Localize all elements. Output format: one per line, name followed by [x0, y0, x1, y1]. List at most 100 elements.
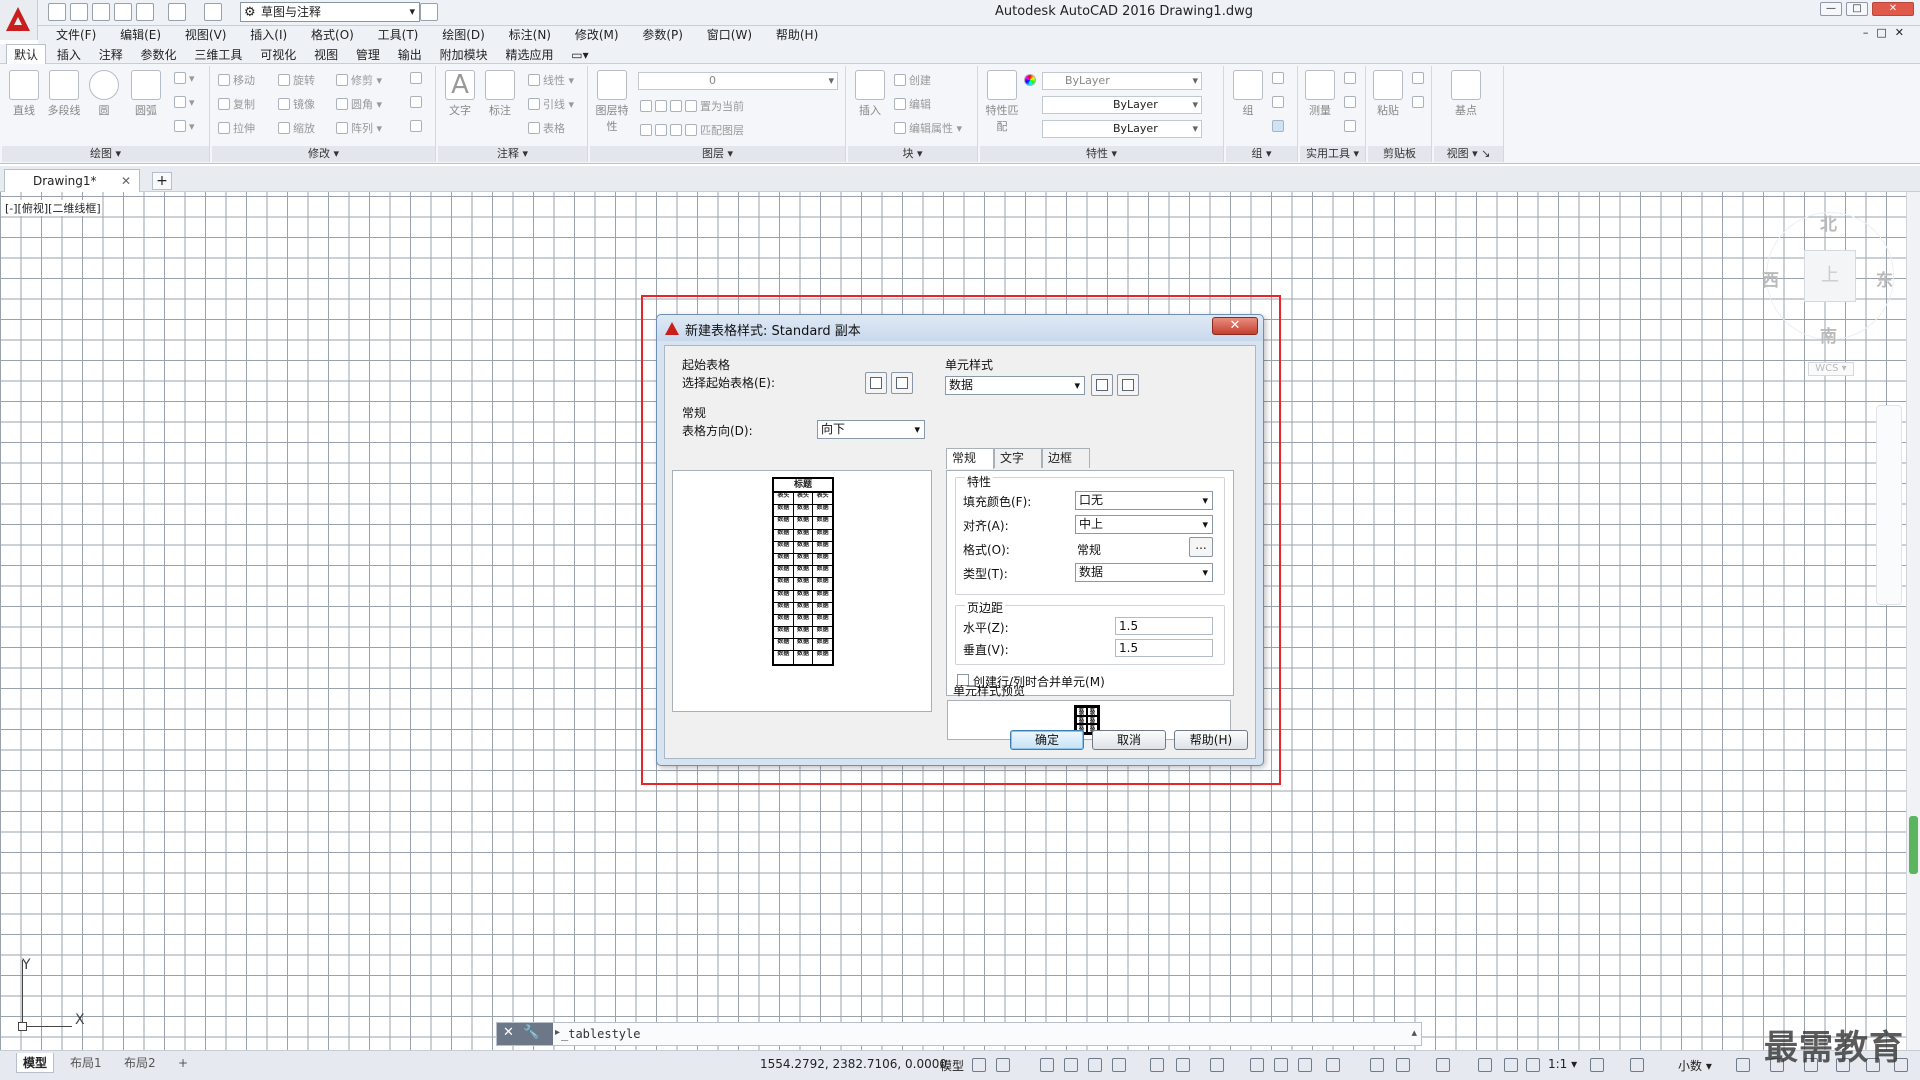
selection-cycling-icon[interactable] — [1298, 1058, 1312, 1072]
rectangle-button[interactable]: ▾ — [174, 72, 195, 85]
mirror-button[interactable]: 镜像 — [278, 96, 315, 112]
text-button[interactable]: A 文字 — [442, 70, 478, 118]
model-space-button[interactable]: 模型 — [940, 1057, 964, 1074]
copy-button[interactable]: 复制 — [218, 96, 255, 112]
maximize-button[interactable]: □ — [1846, 2, 1868, 16]
selection-filter-icon[interactable] — [1396, 1058, 1410, 1072]
base-point-button[interactable]: 基点 — [1448, 70, 1484, 118]
menu-edit[interactable]: 编辑(E) — [110, 26, 171, 44]
dimension-button[interactable]: 标注 — [482, 70, 518, 118]
snap-icon[interactable] — [996, 1058, 1010, 1072]
menu-tools[interactable]: 工具(T) — [368, 26, 429, 44]
edit-attributes-button[interactable]: 编辑属性 ▾ — [894, 120, 962, 136]
dynamic-input-icon[interactable] — [1064, 1058, 1078, 1072]
viewcube-north[interactable]: 北 — [1820, 210, 1837, 235]
auto-scale-icon[interactable] — [1504, 1058, 1518, 1072]
linetype-dropdown[interactable]: ByLayer — [1042, 96, 1202, 114]
tab-text[interactable]: 文字 — [994, 448, 1042, 468]
cut-icon[interactable] — [1412, 72, 1427, 85]
format-browse-button[interactable]: ... — [1189, 537, 1213, 557]
lineweight-icon[interactable] — [1250, 1058, 1264, 1072]
linear-button[interactable]: 线性 ▾ — [528, 72, 574, 88]
annotation-monitor-icon[interactable] — [1630, 1058, 1644, 1072]
menu-dimension[interactable]: 标注(N) — [499, 26, 561, 44]
ok-button[interactable]: 确定 — [1010, 730, 1084, 750]
ribbon-tab-output[interactable]: 输出 — [391, 45, 429, 65]
ribbon-minimize-icon[interactable]: ▭▾ — [564, 45, 595, 65]
layer-tools-row[interactable]: 置为当前 — [640, 98, 744, 114]
viewcube-face[interactable]: 上 — [1804, 250, 1856, 302]
grid-icon[interactable] — [972, 1058, 986, 1072]
group-tools-2[interactable] — [1272, 96, 1287, 109]
explode-button[interactable] — [410, 96, 425, 109]
undo-icon[interactable] — [168, 3, 186, 21]
boundary-button[interactable]: ▾ — [174, 120, 195, 133]
workspace-switch-icon[interactable] — [1590, 1058, 1604, 1072]
tab-borders[interactable]: 边框 — [1042, 448, 1090, 468]
help-button[interactable]: 帮助(H) — [1174, 730, 1248, 750]
scrollbar-thumb[interactable] — [1909, 816, 1918, 874]
quick-properties-icon[interactable] — [1736, 1058, 1750, 1072]
draw-panel-title[interactable]: 绘图 ▾ — [2, 146, 209, 162]
layout-tab-model[interactable]: 模型 — [16, 1053, 55, 1073]
rotate-button[interactable]: 旋转 — [278, 72, 315, 88]
annotation-scale-dropdown[interactable]: 1:1 ▾ — [1548, 1057, 1577, 1071]
layer-tools-row-2[interactable]: 匹配图层 — [640, 122, 744, 138]
layer-dropdown[interactable]: 0 — [638, 72, 838, 90]
properties-panel-title[interactable]: 特性 ▾ — [980, 146, 1223, 162]
vertical-scrollbar[interactable] — [1906, 192, 1920, 1050]
layout-tab-layout1[interactable]: 布局1 — [64, 1053, 108, 1073]
utilities-panel-title[interactable]: 实用工具 ▾ — [1300, 146, 1365, 162]
annotation-panel-title[interactable]: 注释 ▾ — [438, 146, 587, 162]
menu-file[interactable]: 文件(F) — [46, 26, 106, 44]
group-tools[interactable] — [1272, 72, 1287, 85]
ribbon-tab-featured-apps[interactable]: 精选应用 — [498, 45, 560, 65]
ribbon-tab-insert[interactable]: 插入 — [50, 45, 88, 65]
modify-panel-title[interactable]: 修改 ▾ — [212, 146, 435, 162]
dialog-title-bar[interactable]: 新建表格样式: Standard 副本 ✕ — [657, 315, 1263, 341]
utility-tools-3[interactable] — [1344, 120, 1359, 133]
dialog-close-button[interactable]: ✕ — [1212, 317, 1258, 335]
edit-block-button[interactable]: 编辑 — [894, 96, 931, 112]
ribbon-tab-manage[interactable]: 管理 — [349, 45, 387, 65]
menu-modify[interactable]: 修改(M) — [565, 26, 629, 44]
minimize-button[interactable]: — — [1820, 2, 1842, 16]
save-as-icon[interactable] — [114, 3, 132, 21]
scale-button[interactable]: 缩放 — [278, 120, 315, 136]
layout-tab-layout2[interactable]: 布局2 — [118, 1053, 162, 1073]
polyline-button[interactable]: 多段线 — [46, 70, 82, 118]
group-button[interactable]: 组 — [1230, 70, 1266, 118]
hatch-button[interactable]: ▾ — [174, 96, 195, 109]
view-panel-title[interactable]: 视图 ▾ ↘ — [1434, 146, 1503, 162]
stretch-button[interactable]: 拉伸 — [218, 120, 255, 136]
menu-window[interactable]: 窗口(W) — [697, 26, 762, 44]
command-input[interactable] — [561, 1026, 1401, 1042]
remove-table-button[interactable] — [891, 372, 913, 394]
close-tab-icon[interactable]: ✕ — [121, 170, 131, 192]
save-icon[interactable] — [92, 3, 110, 21]
ribbon-tab-annotate[interactable]: 注释 — [92, 45, 130, 65]
create-cell-style-button[interactable] — [1091, 374, 1113, 396]
quick-access-menu-icon[interactable] — [420, 3, 438, 21]
dynamic-ucs-icon[interactable] — [1370, 1058, 1384, 1072]
ribbon-tab-view[interactable]: 视图 — [307, 45, 345, 65]
viewport-controls[interactable]: [-][俯视][二维线框] — [4, 200, 102, 216]
autocad-logo-icon[interactable] — [0, 0, 38, 40]
menu-draw[interactable]: 绘图(D) — [432, 26, 495, 44]
block-panel-title[interactable]: 块 ▾ — [848, 146, 977, 162]
workspace-dropdown[interactable]: ⚙ 草图与注释 — [240, 2, 420, 22]
annotation-scale-icon[interactable] — [1526, 1058, 1540, 1072]
layers-panel-title[interactable]: 图层 ▾ — [590, 146, 845, 162]
print-icon[interactable] — [136, 3, 154, 21]
viewcube-west[interactable]: 西 — [1762, 266, 1779, 291]
new-file-icon[interactable] — [48, 3, 66, 21]
isometric-icon[interactable] — [1150, 1058, 1164, 1072]
gizmo-icon[interactable] — [1436, 1058, 1450, 1072]
menu-help[interactable]: 帮助(H) — [766, 26, 828, 44]
vertical-margin-input[interactable] — [1115, 639, 1213, 657]
table-button[interactable]: 表格 — [528, 120, 565, 136]
fill-color-select[interactable]: 口无 — [1075, 491, 1213, 510]
customize-command-icon[interactable]: 🔧 — [523, 1025, 539, 1040]
create-block-button[interactable]: 创建 — [894, 72, 931, 88]
ribbon-tab-home[interactable]: 默认 — [6, 44, 47, 65]
